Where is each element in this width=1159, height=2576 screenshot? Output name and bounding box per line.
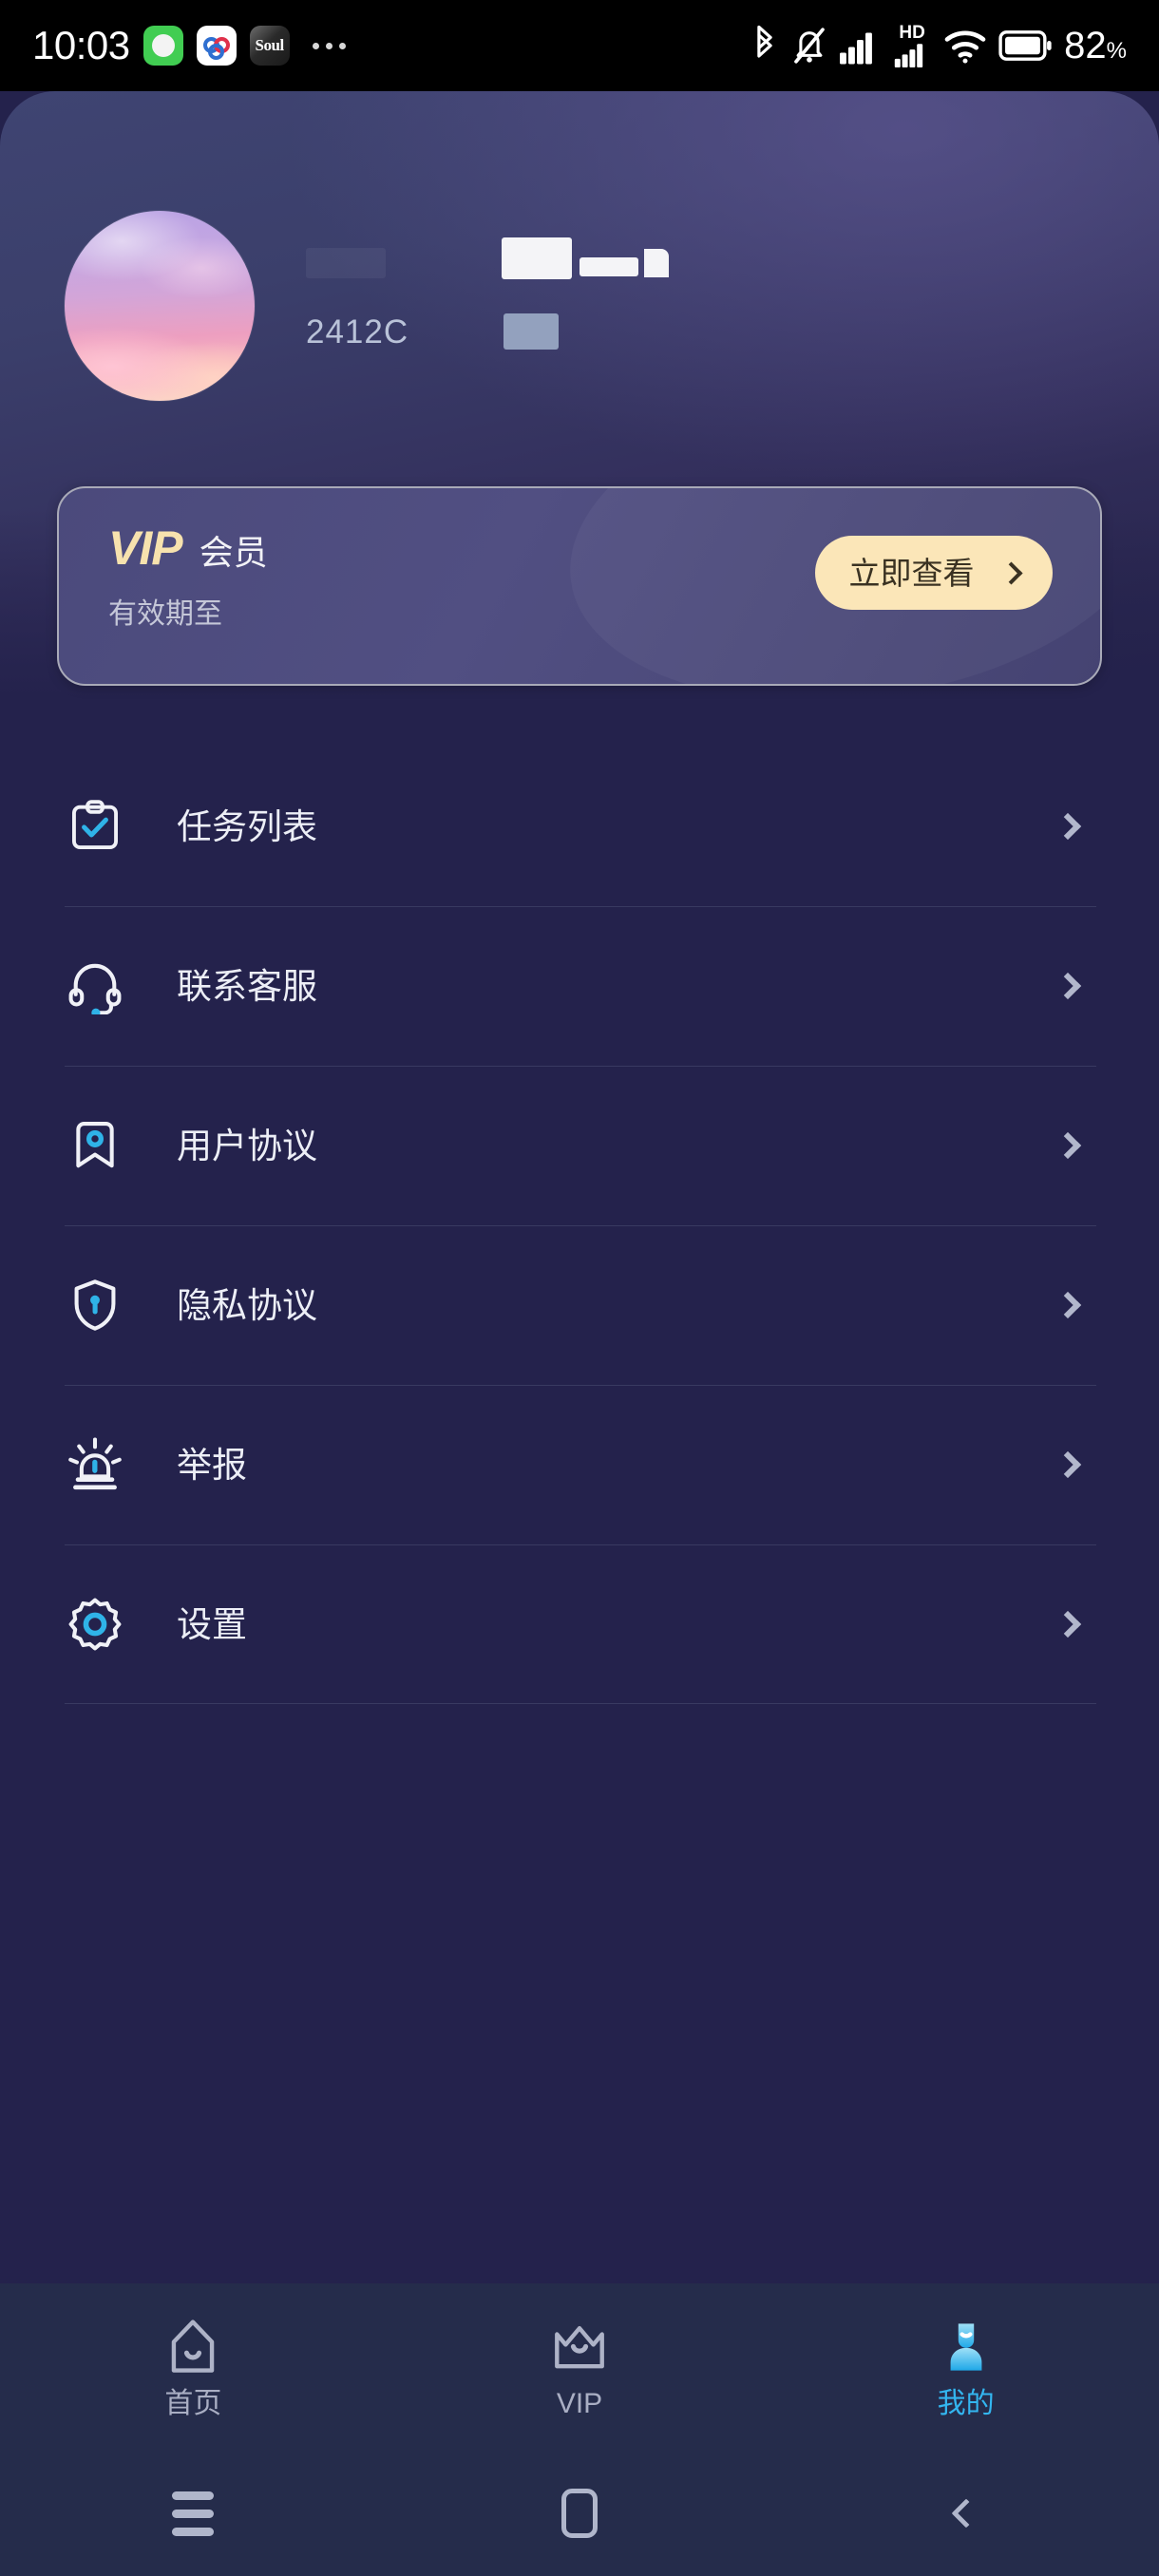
vip-member-label: 会员 xyxy=(199,533,268,572)
tab-home[interactable]: 首页 xyxy=(0,2283,387,2451)
menu-item-label: 隐私协议 xyxy=(177,1285,317,1325)
menu-item-label: 设置 xyxy=(177,1604,247,1644)
avatar[interactable] xyxy=(65,211,255,401)
menu-item-contact-support[interactable]: 联系客服 xyxy=(65,906,1098,1066)
status-bar: 10:03 Soul HD 82% xyxy=(0,0,1159,91)
hd-icon: HD xyxy=(892,24,932,67)
menu-item-user-agreement[interactable]: 用户协议 xyxy=(65,1066,1098,1225)
chevron-right-icon xyxy=(1054,1610,1082,1638)
nickname-mask-3 xyxy=(644,249,669,277)
status-bar-right: HD 82% xyxy=(750,24,1127,67)
profile-text: 2412C xyxy=(306,211,669,350)
tab-label: 我的 xyxy=(937,2388,995,2419)
signal-bars-icon xyxy=(840,27,880,65)
user-id-label: 2412C xyxy=(306,313,409,350)
vip-view-button-label: 立即查看 xyxy=(848,555,975,591)
app-screen: 10:03 Soul HD 82% 2412C VIP 会员 有效期至 立即查看… xyxy=(0,0,1159,2576)
bluetooth-icon xyxy=(750,25,779,66)
vip-expire-label: 有效期至 xyxy=(108,598,222,630)
crown-icon xyxy=(550,2316,609,2377)
badge-redacted xyxy=(504,313,560,350)
soul-app-icon: Soul xyxy=(249,26,290,66)
back-button[interactable] xyxy=(772,2498,1159,2529)
home-icon xyxy=(164,2316,221,2377)
back-chevron-icon xyxy=(951,2498,981,2529)
recents-button[interactable] xyxy=(0,2491,387,2536)
home-square-icon xyxy=(561,2489,598,2538)
nickname-mask-2 xyxy=(580,257,638,276)
nickname-mask-1 xyxy=(502,237,572,279)
menu-item-label: 用户协议 xyxy=(177,1126,317,1165)
soul-app-label: Soul xyxy=(255,36,285,54)
wifi-icon xyxy=(944,28,986,64)
settings-menu-list: 任务列表 联系客服 用户协议 隐私协议 举报 设置 xyxy=(65,747,1098,1704)
battery-icon xyxy=(998,29,1054,62)
system-navigation-bar xyxy=(0,2451,1159,2576)
menu-item-task-list[interactable]: 任务列表 xyxy=(65,747,1098,906)
tab-vip[interactable]: VIP xyxy=(387,2283,773,2451)
nickname-redacted xyxy=(306,248,386,278)
signal-bars-2-icon xyxy=(892,43,932,67)
bookmark-icon xyxy=(65,1115,125,1176)
status-bar-left: 10:03 Soul xyxy=(32,26,346,66)
menu-item-label: 联系客服 xyxy=(177,966,317,1006)
chevron-right-icon xyxy=(1054,1450,1082,1479)
profile-block[interactable]: 2412C xyxy=(65,211,669,401)
vip-card-info: VIP 会员 有效期至 xyxy=(108,524,268,629)
menu-item-privacy-policy[interactable]: 隐私协议 xyxy=(65,1225,1098,1385)
menu-item-label: 举报 xyxy=(177,1445,247,1485)
status-bar-overflow-icon xyxy=(312,42,346,49)
vip-card-title: VIP 会员 xyxy=(108,524,268,572)
clipboard-check-icon xyxy=(65,796,125,857)
battery-percent-label: 82% xyxy=(1064,25,1127,66)
home-button[interactable] xyxy=(387,2489,773,2538)
vip-card[interactable]: VIP 会员 有效期至 立即查看 xyxy=(57,486,1102,686)
tab-label: VIP xyxy=(556,2388,603,2419)
cloud-blue-icon xyxy=(196,26,237,66)
bottom-tab-bar: 首页 VIP 我的 xyxy=(0,2283,1159,2451)
menu-item-label: 任务列表 xyxy=(177,806,317,846)
person-icon xyxy=(938,2316,995,2377)
menu-item-settings[interactable]: 设置 xyxy=(65,1544,1098,1704)
status-bar-clock: 10:03 xyxy=(32,23,130,67)
vip-view-button[interactable]: 立即查看 xyxy=(815,536,1053,610)
ringer-muted-icon xyxy=(791,26,827,66)
profile-uid-row: 2412C xyxy=(306,313,669,350)
tab-profile[interactable]: 我的 xyxy=(772,2283,1159,2451)
chevron-right-icon xyxy=(1054,972,1082,1000)
chevron-right-icon xyxy=(1054,1291,1082,1319)
messages-green-icon xyxy=(142,26,183,66)
gear-icon xyxy=(65,1594,125,1655)
recents-icon xyxy=(172,2491,215,2536)
chevron-right-icon xyxy=(998,560,1023,585)
vip-logo: VIP xyxy=(108,521,183,575)
profile-name-row xyxy=(306,234,669,283)
headset-icon xyxy=(65,956,125,1016)
menu-item-report[interactable]: 举报 xyxy=(65,1385,1098,1544)
siren-alarm-icon xyxy=(65,1434,125,1495)
hd-label: HD xyxy=(899,23,925,43)
chevron-right-icon xyxy=(1054,812,1082,841)
tab-label: 首页 xyxy=(164,2388,222,2419)
shield-lock-icon xyxy=(65,1275,125,1335)
chevron-right-icon xyxy=(1054,1131,1082,1160)
